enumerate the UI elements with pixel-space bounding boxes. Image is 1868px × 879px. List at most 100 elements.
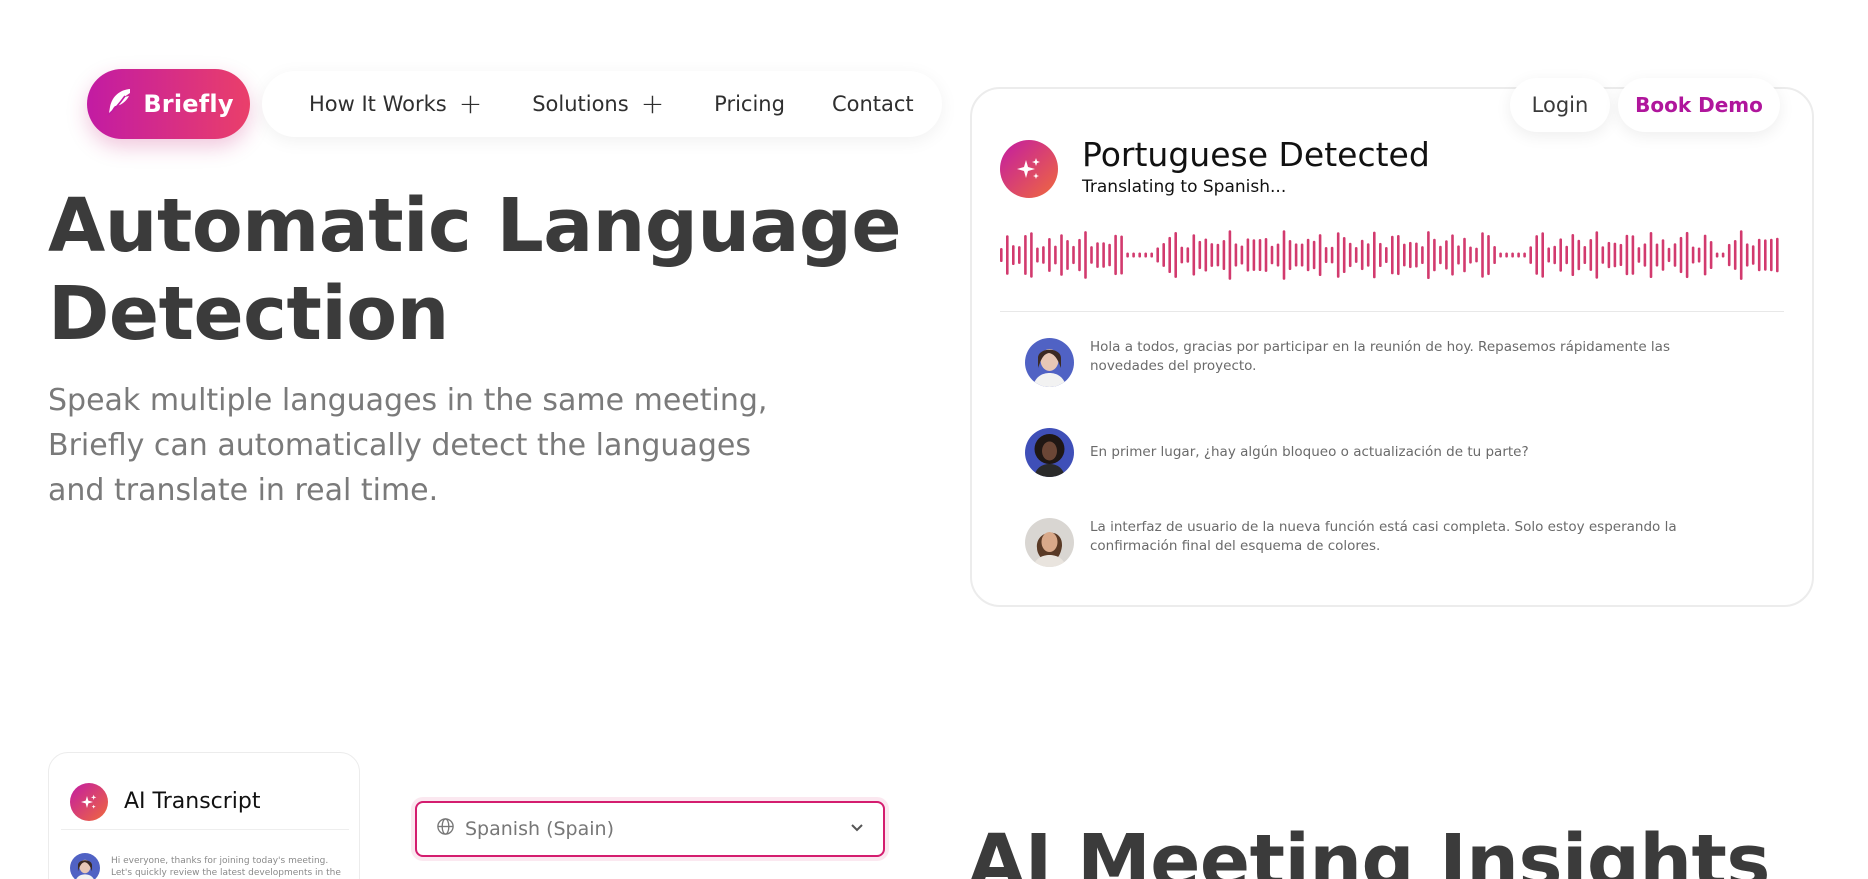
waveform-bar bbox=[1691, 246, 1695, 264]
waveform-bar bbox=[1631, 235, 1635, 275]
waveform-bar bbox=[1403, 243, 1406, 267]
nav-item-solutions[interactable]: Solutions + bbox=[532, 90, 664, 118]
nav-item-contact[interactable]: Contact bbox=[832, 92, 914, 116]
waveform-bar bbox=[1150, 252, 1153, 258]
waveform-bar bbox=[1048, 238, 1051, 272]
waveform-bar bbox=[1709, 241, 1713, 269]
language-select[interactable]: Spanish (Spain) bbox=[415, 801, 885, 857]
waveform-bar bbox=[1270, 245, 1274, 265]
waveform-bar bbox=[1505, 252, 1508, 258]
divider bbox=[1000, 311, 1784, 312]
waveform-bar bbox=[1204, 238, 1208, 272]
waveform-bar bbox=[1379, 242, 1382, 267]
waveform-bar bbox=[1607, 241, 1611, 269]
plus-icon: + bbox=[458, 87, 483, 120]
waveform-bar bbox=[1030, 232, 1033, 278]
ai-transcript-title: AI Transcript bbox=[124, 789, 261, 814]
waveform-bar bbox=[1186, 247, 1190, 263]
waveform-bar bbox=[1715, 252, 1719, 258]
waveform-bar bbox=[1770, 238, 1773, 272]
waveform-bar bbox=[1373, 231, 1376, 279]
main-nav: How It Works + Solutions + Pricing Conta… bbox=[262, 71, 942, 137]
nav-item-label: Contact bbox=[831, 92, 914, 116]
message-text: En primer lugar, ¿hay algún bloqueo o ac… bbox=[1090, 444, 1529, 460]
waveform-bar bbox=[1397, 235, 1400, 276]
waveform-bar bbox=[1721, 252, 1725, 258]
waveform-bar bbox=[1679, 236, 1683, 274]
transcript-message: La interfaz de usuario de la nueva funci… bbox=[1025, 518, 1785, 567]
login-button[interactable]: Login bbox=[1510, 78, 1610, 132]
waveform-bar bbox=[1661, 239, 1665, 271]
waveform-bar bbox=[1577, 239, 1581, 271]
waveform-bar bbox=[1601, 246, 1605, 264]
nav-item-label: Solutions bbox=[532, 92, 629, 116]
waveform-bar bbox=[1445, 240, 1448, 270]
waveform-bar bbox=[1162, 243, 1165, 267]
waveform-bar bbox=[1589, 239, 1593, 271]
waveform-bar bbox=[1565, 245, 1568, 265]
waveform-bar bbox=[1751, 245, 1755, 265]
language-select-value: Spanish (Spain) bbox=[465, 818, 614, 840]
avatar bbox=[1025, 338, 1074, 387]
hero-title: Automatic Language Detection bbox=[48, 183, 902, 357]
waveform-bar bbox=[1529, 246, 1532, 264]
waveform-bar bbox=[1000, 248, 1003, 262]
nav-item-pricing[interactable]: Pricing bbox=[714, 92, 785, 116]
waveform-bar bbox=[1126, 252, 1129, 258]
waveform-bar bbox=[1192, 234, 1196, 276]
waveform-bar bbox=[1493, 246, 1496, 264]
waveform-bar bbox=[1060, 234, 1063, 276]
language-detection-card: Portuguese Detected Translating to Spani… bbox=[970, 87, 1814, 607]
waveform-bar bbox=[1138, 252, 1141, 258]
waveform-bar bbox=[1667, 247, 1671, 263]
waveform-bar bbox=[1433, 238, 1436, 272]
message-text: La interfaz de usuario de la nueva funci… bbox=[1090, 519, 1677, 554]
waveform-bar bbox=[1487, 235, 1490, 276]
waveform-bar bbox=[1547, 247, 1550, 263]
waveform-bar bbox=[1018, 246, 1021, 264]
waveform-bar bbox=[1499, 252, 1502, 258]
divider bbox=[61, 829, 349, 830]
waveform-bar bbox=[1613, 242, 1617, 268]
waveform-bar bbox=[1348, 242, 1352, 268]
waveform-bar bbox=[1619, 243, 1623, 266]
waveform-bar bbox=[1108, 243, 1111, 267]
waveform-bar bbox=[1156, 247, 1159, 263]
waveform-bar bbox=[1090, 246, 1093, 264]
nav-item-label: How It Works bbox=[309, 92, 447, 116]
chevron-down-icon bbox=[849, 819, 865, 840]
waveform-bar bbox=[1216, 243, 1220, 267]
waveform-bar bbox=[1385, 247, 1388, 263]
logo[interactable]: Briefly bbox=[87, 69, 250, 139]
globe-icon bbox=[436, 817, 455, 841]
waveform-bar bbox=[1168, 236, 1171, 273]
waveform-bar bbox=[1240, 245, 1244, 265]
waveform-bar bbox=[1559, 238, 1562, 272]
waveform-bar bbox=[1354, 247, 1358, 263]
hero-subtitle: Speak multiple languages in the same mee… bbox=[48, 383, 768, 508]
waveform-bar bbox=[1649, 232, 1653, 278]
waveform-bar bbox=[1727, 243, 1731, 267]
waveform-bar bbox=[1637, 247, 1641, 263]
waveform-bar bbox=[1655, 243, 1659, 267]
waveform-bar bbox=[1210, 243, 1214, 267]
book-demo-button[interactable]: Book Demo bbox=[1618, 78, 1780, 132]
waveform-bar bbox=[1469, 246, 1472, 264]
waveform-bar bbox=[1757, 238, 1761, 272]
section-title: AI Meeting Insights bbox=[968, 819, 1770, 879]
nav-item-how-it-works[interactable]: How It Works + bbox=[309, 90, 482, 118]
waveform-bar bbox=[1673, 243, 1677, 267]
waveform-bar bbox=[1288, 240, 1292, 270]
waveform-bar bbox=[1703, 234, 1707, 276]
waveform-bar bbox=[1643, 243, 1647, 267]
avatar bbox=[1025, 428, 1074, 477]
translation-status: Translating to Spanish... bbox=[1082, 177, 1287, 197]
waveform-bar bbox=[1102, 242, 1105, 268]
waveform-bar bbox=[1180, 246, 1184, 264]
waveform-bar bbox=[1481, 232, 1484, 278]
waveform-bar bbox=[1517, 252, 1520, 258]
waveform-bar bbox=[1541, 232, 1544, 278]
detected-language-title: Portuguese Detected bbox=[1082, 135, 1430, 174]
logo-text: Briefly bbox=[143, 90, 234, 118]
waveform-bar bbox=[1174, 232, 1177, 278]
